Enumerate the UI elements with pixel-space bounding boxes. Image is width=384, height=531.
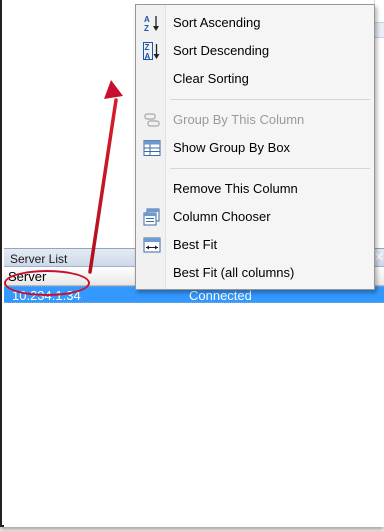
menu-item-label: Column Chooser: [173, 209, 271, 224]
group-by-box-icon: [143, 140, 161, 156]
group-by-column-icon: [144, 113, 160, 127]
menu-item-label: Best Fit (all columns): [173, 265, 295, 280]
column-chooser-icon: [143, 208, 160, 226]
menu-item-clear-sorting[interactable]: Clear Sorting: [136, 66, 374, 92]
menu-item-label: Sort Descending: [173, 43, 270, 58]
best-fit-icon: [143, 237, 161, 253]
menu-separator: [170, 168, 370, 169]
menu-item-label: Clear Sorting: [173, 71, 249, 86]
menu-item-group-by-column: Group By This Column: [136, 107, 374, 133]
sort-descending-icon: Z A: [143, 42, 160, 60]
svg-text:A: A: [145, 52, 151, 60]
status-cell: Connected: [189, 288, 252, 303]
menu-item-label: Remove This Column: [173, 181, 298, 196]
menu-item-label: Group By This Column: [173, 112, 305, 127]
menu-item-best-fit[interactable]: Best Fit: [136, 232, 374, 258]
svg-text:Z: Z: [145, 43, 150, 52]
menu-item-show-group-by-box[interactable]: Show Group By Box: [136, 135, 374, 161]
background-strip: [374, 0, 384, 248]
menu-item-label: Sort Ascending: [173, 15, 261, 30]
sort-ascending-icon: A Z: [144, 15, 159, 32]
close-icon[interactable]: ✕: [374, 250, 384, 264]
menu-item-sort-ascending[interactable]: A Z Sort Ascending: [136, 10, 374, 36]
menu-item-label: Show Group By Box: [173, 140, 291, 155]
panel-title: Server List: [10, 252, 68, 266]
svg-text:A: A: [144, 15, 150, 24]
menu-separator: [170, 99, 370, 100]
svg-text:Z: Z: [144, 24, 149, 32]
menu-item-label: Best Fit: [173, 237, 218, 252]
annotation-ellipse: [4, 270, 90, 296]
column-context-menu: A Z Sort Ascending Z A Sort Descending C…: [135, 4, 375, 290]
menu-item-remove-column[interactable]: Remove This Column: [136, 176, 374, 202]
menu-item-sort-descending[interactable]: Z A Sort Descending: [136, 38, 374, 64]
menu-item-best-fit-all[interactable]: Best Fit (all columns): [136, 260, 374, 286]
background-band: [375, 22, 384, 38]
menu-item-column-chooser[interactable]: Column Chooser: [136, 204, 374, 230]
